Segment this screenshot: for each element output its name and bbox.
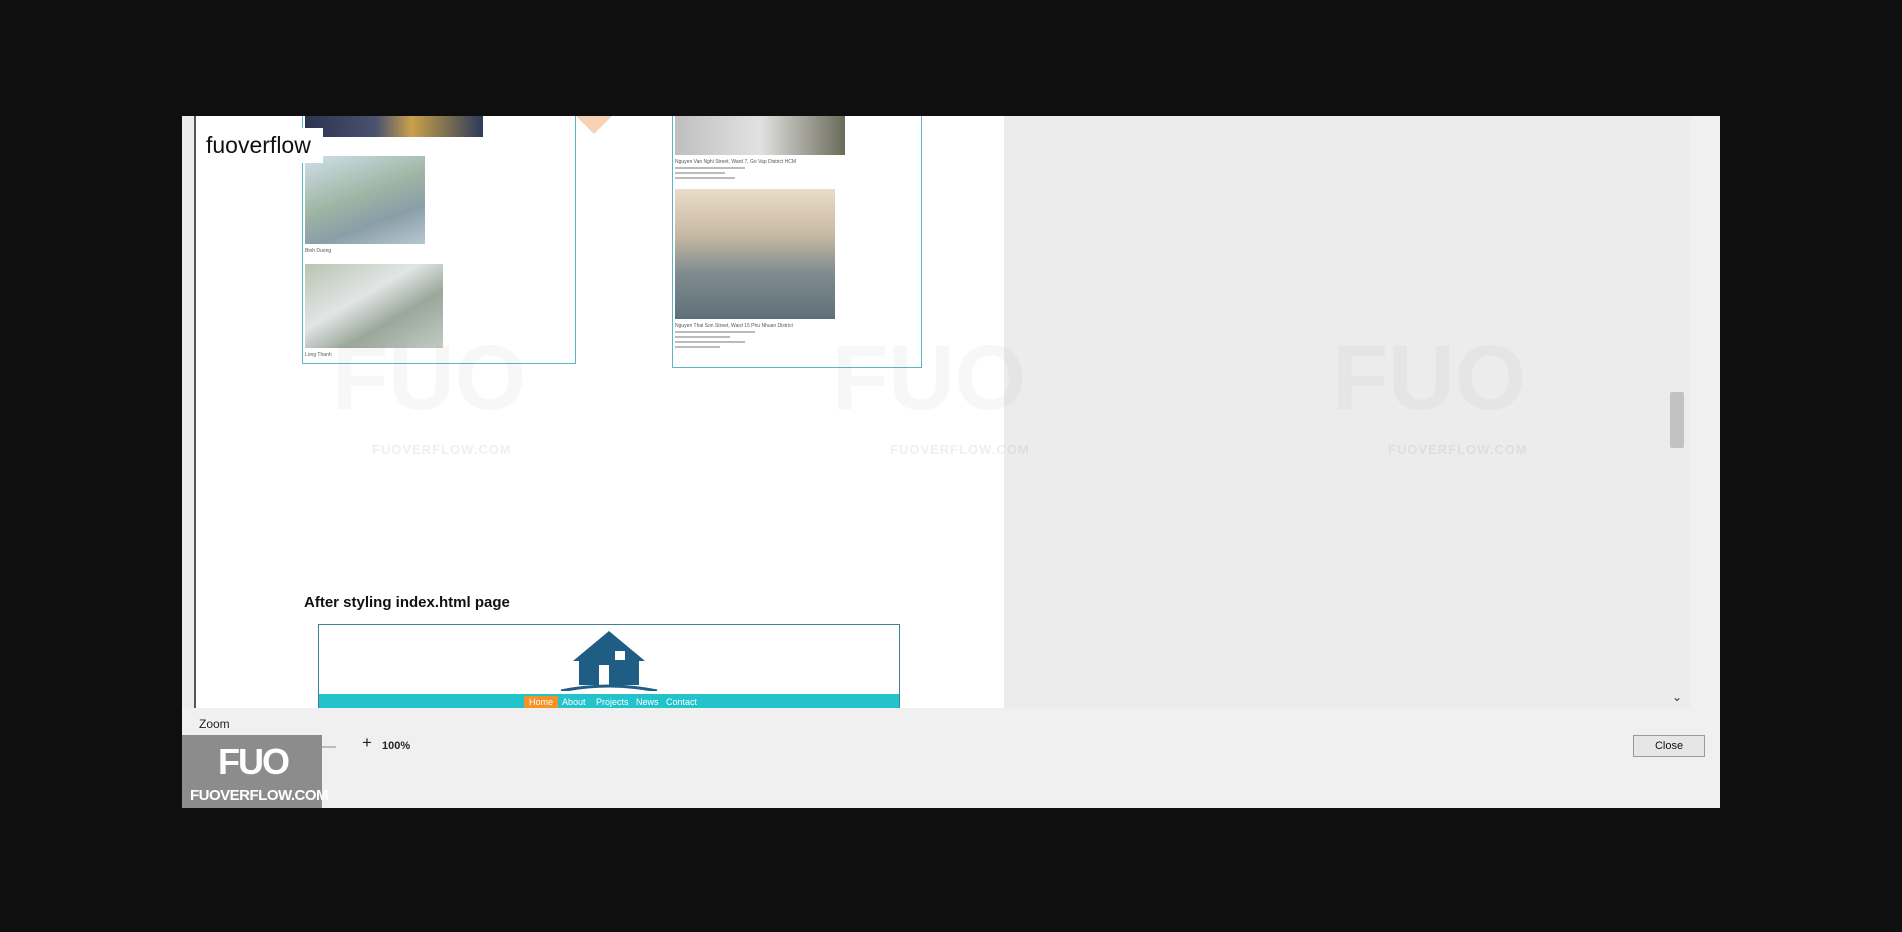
airport-aerial-image-1 bbox=[305, 156, 425, 244]
nav-home[interactable]: Home bbox=[524, 696, 559, 708]
card-details bbox=[675, 331, 755, 351]
card-caption: Nguyen Thai Son Street, Ward 15 Phu Nhua… bbox=[675, 323, 793, 329]
watermark-logo: FUO bbox=[1332, 327, 1527, 429]
vertical-scrollbar[interactable]: ⌄ bbox=[1660, 116, 1690, 708]
zoom-in-button[interactable]: + bbox=[362, 733, 372, 753]
nav-news[interactable]: News bbox=[631, 696, 664, 708]
card-caption: Binh Duong bbox=[305, 248, 332, 254]
navbar: Home About Projects News Contact bbox=[319, 694, 899, 708]
zoom-value: 100% bbox=[382, 740, 411, 752]
nav-projects[interactable]: Projects bbox=[591, 696, 634, 708]
nav-contact[interactable]: Contact bbox=[661, 696, 702, 708]
watermark-text: FUOVERFLOW.COM bbox=[1388, 442, 1528, 457]
watermark-text: FUOVERFLOW.COM bbox=[890, 442, 1030, 457]
scrollbar-thumb[interactable] bbox=[1670, 392, 1684, 448]
fuo-logo-subtext: FUOVERFLOW.COM bbox=[190, 787, 329, 804]
zoom-label: Zoom bbox=[199, 717, 230, 731]
card-caption: Long Thanh bbox=[305, 352, 332, 358]
styled-page-screenshot: Home About Projects News Contact bbox=[318, 624, 900, 708]
section-heading: After styling index.html page bbox=[304, 594, 510, 611]
fuo-logo-text: FUO bbox=[218, 741, 290, 782]
document-viewer: fuoverflow Binh Duong Long Thanh Nguyen … bbox=[182, 116, 1720, 808]
arrow-shape bbox=[572, 116, 616, 134]
brand-label: fuoverflow bbox=[196, 128, 323, 163]
nav-about[interactable]: About bbox=[557, 696, 591, 708]
watermark-logo: FUO bbox=[832, 327, 1027, 429]
chevron-down-icon[interactable]: ⌄ bbox=[1672, 690, 1682, 704]
close-button[interactable]: Close bbox=[1633, 735, 1705, 757]
watermark-text: FUOVERFLOW.COM bbox=[372, 442, 512, 457]
house-logo-icon bbox=[560, 631, 658, 691]
document-area[interactable]: fuoverflow Binh Duong Long Thanh Nguyen … bbox=[182, 116, 1690, 708]
living-room-image-2 bbox=[675, 189, 835, 319]
city-night-image bbox=[305, 116, 483, 137]
fuo-logo: FUO FUOVERFLOW.COM bbox=[182, 735, 329, 808]
living-room-image-1 bbox=[675, 116, 845, 155]
watermark-logo: FUO bbox=[332, 327, 527, 429]
card-caption: Nguyen Van Nghi Street, Ward 7, Go Vap D… bbox=[675, 159, 797, 165]
card-details bbox=[675, 167, 745, 182]
